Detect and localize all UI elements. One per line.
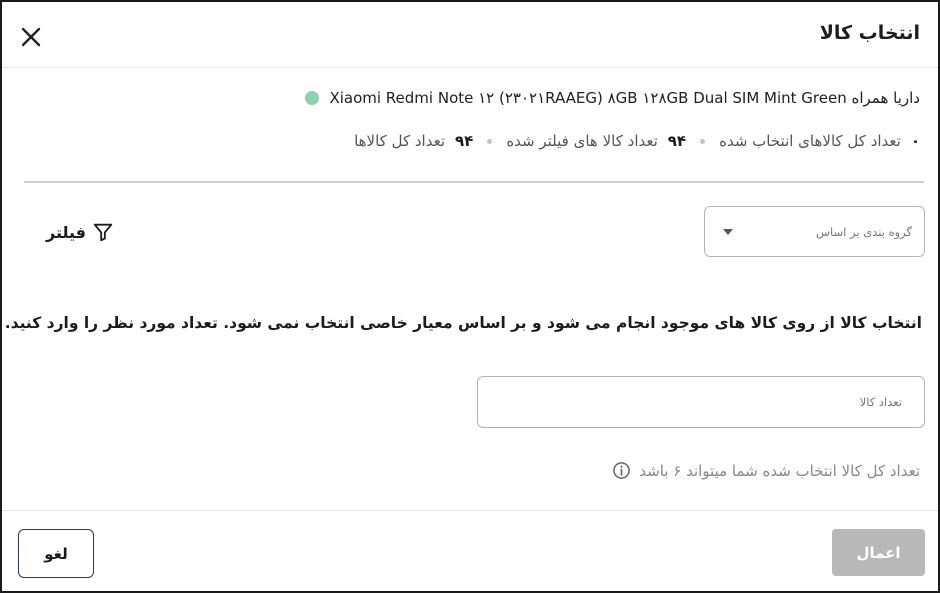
hint-text: تعداد کل کالا انتخاب شده شما میتواند ۶ ب… — [639, 461, 920, 480]
close-icon — [21, 27, 41, 47]
status-dot — [305, 91, 320, 105]
cancel-button[interactable]: لغو — [18, 529, 94, 578]
select-product-dialog: انتخاب کالا داریا همراه Xiaomi Redmi Not… — [0, 0, 940, 593]
caret-down-icon — [723, 229, 733, 235]
bullet-separator — [700, 138, 706, 144]
stat-total: تعداد کل کالاها ۹۴ — [354, 132, 473, 150]
instruction-text: انتخاب کالا از روی کالا های موجود انجام … — [4, 314, 922, 332]
dialog-title: انتخاب کالا — [819, 22, 920, 44]
product-info: داریا همراه Xiaomi Redmi Note ۱۲ (۲۳۰۲۱R… — [305, 89, 920, 107]
stat-total-label: تعداد کل کالاها — [354, 132, 445, 150]
bullet-separator — [487, 138, 493, 144]
product-name: داریا همراه Xiaomi Redmi Note ۱۲ (۲۳۰۲۱R… — [329, 89, 920, 107]
quantity-input[interactable] — [477, 376, 925, 428]
stats-summary: تعداد کل کالاها ۹۴ تعداد کالا های فیلتر … — [354, 132, 920, 150]
filter-button[interactable]: فیلتر — [46, 221, 114, 243]
stat-total-value: ۹۴ — [455, 132, 474, 150]
max-selection-hint: تعداد کل کالا انتخاب شده شما میتواند ۶ ب… — [612, 461, 920, 480]
info-icon — [612, 461, 631, 480]
filter-icon — [92, 221, 114, 243]
stat-selected-label: تعداد کل کالاهای انتخاب شده — [719, 132, 901, 150]
close-button[interactable] — [18, 24, 44, 50]
section-divider — [24, 181, 924, 183]
group-by-select[interactable]: گروه بندی بر اساس — [704, 206, 925, 257]
group-by-placeholder: گروه بندی بر اساس — [816, 225, 912, 239]
stat-filtered-value: ۹۴ — [667, 132, 687, 150]
dialog-header: انتخاب کالا — [2, 2, 938, 68]
stat-filtered: تعداد کالا های فیلتر شده ۹۴ — [506, 132, 686, 150]
stat-filtered-label: تعداد کالا های فیلتر شده — [506, 132, 658, 150]
dialog-footer — [2, 510, 938, 591]
filter-label: فیلتر — [46, 222, 87, 242]
stat-selected-value: ۰ — [910, 132, 920, 150]
stat-selected: تعداد کل کالاهای انتخاب شده ۰ — [719, 132, 920, 150]
apply-button[interactable]: اعمال — [832, 529, 925, 576]
